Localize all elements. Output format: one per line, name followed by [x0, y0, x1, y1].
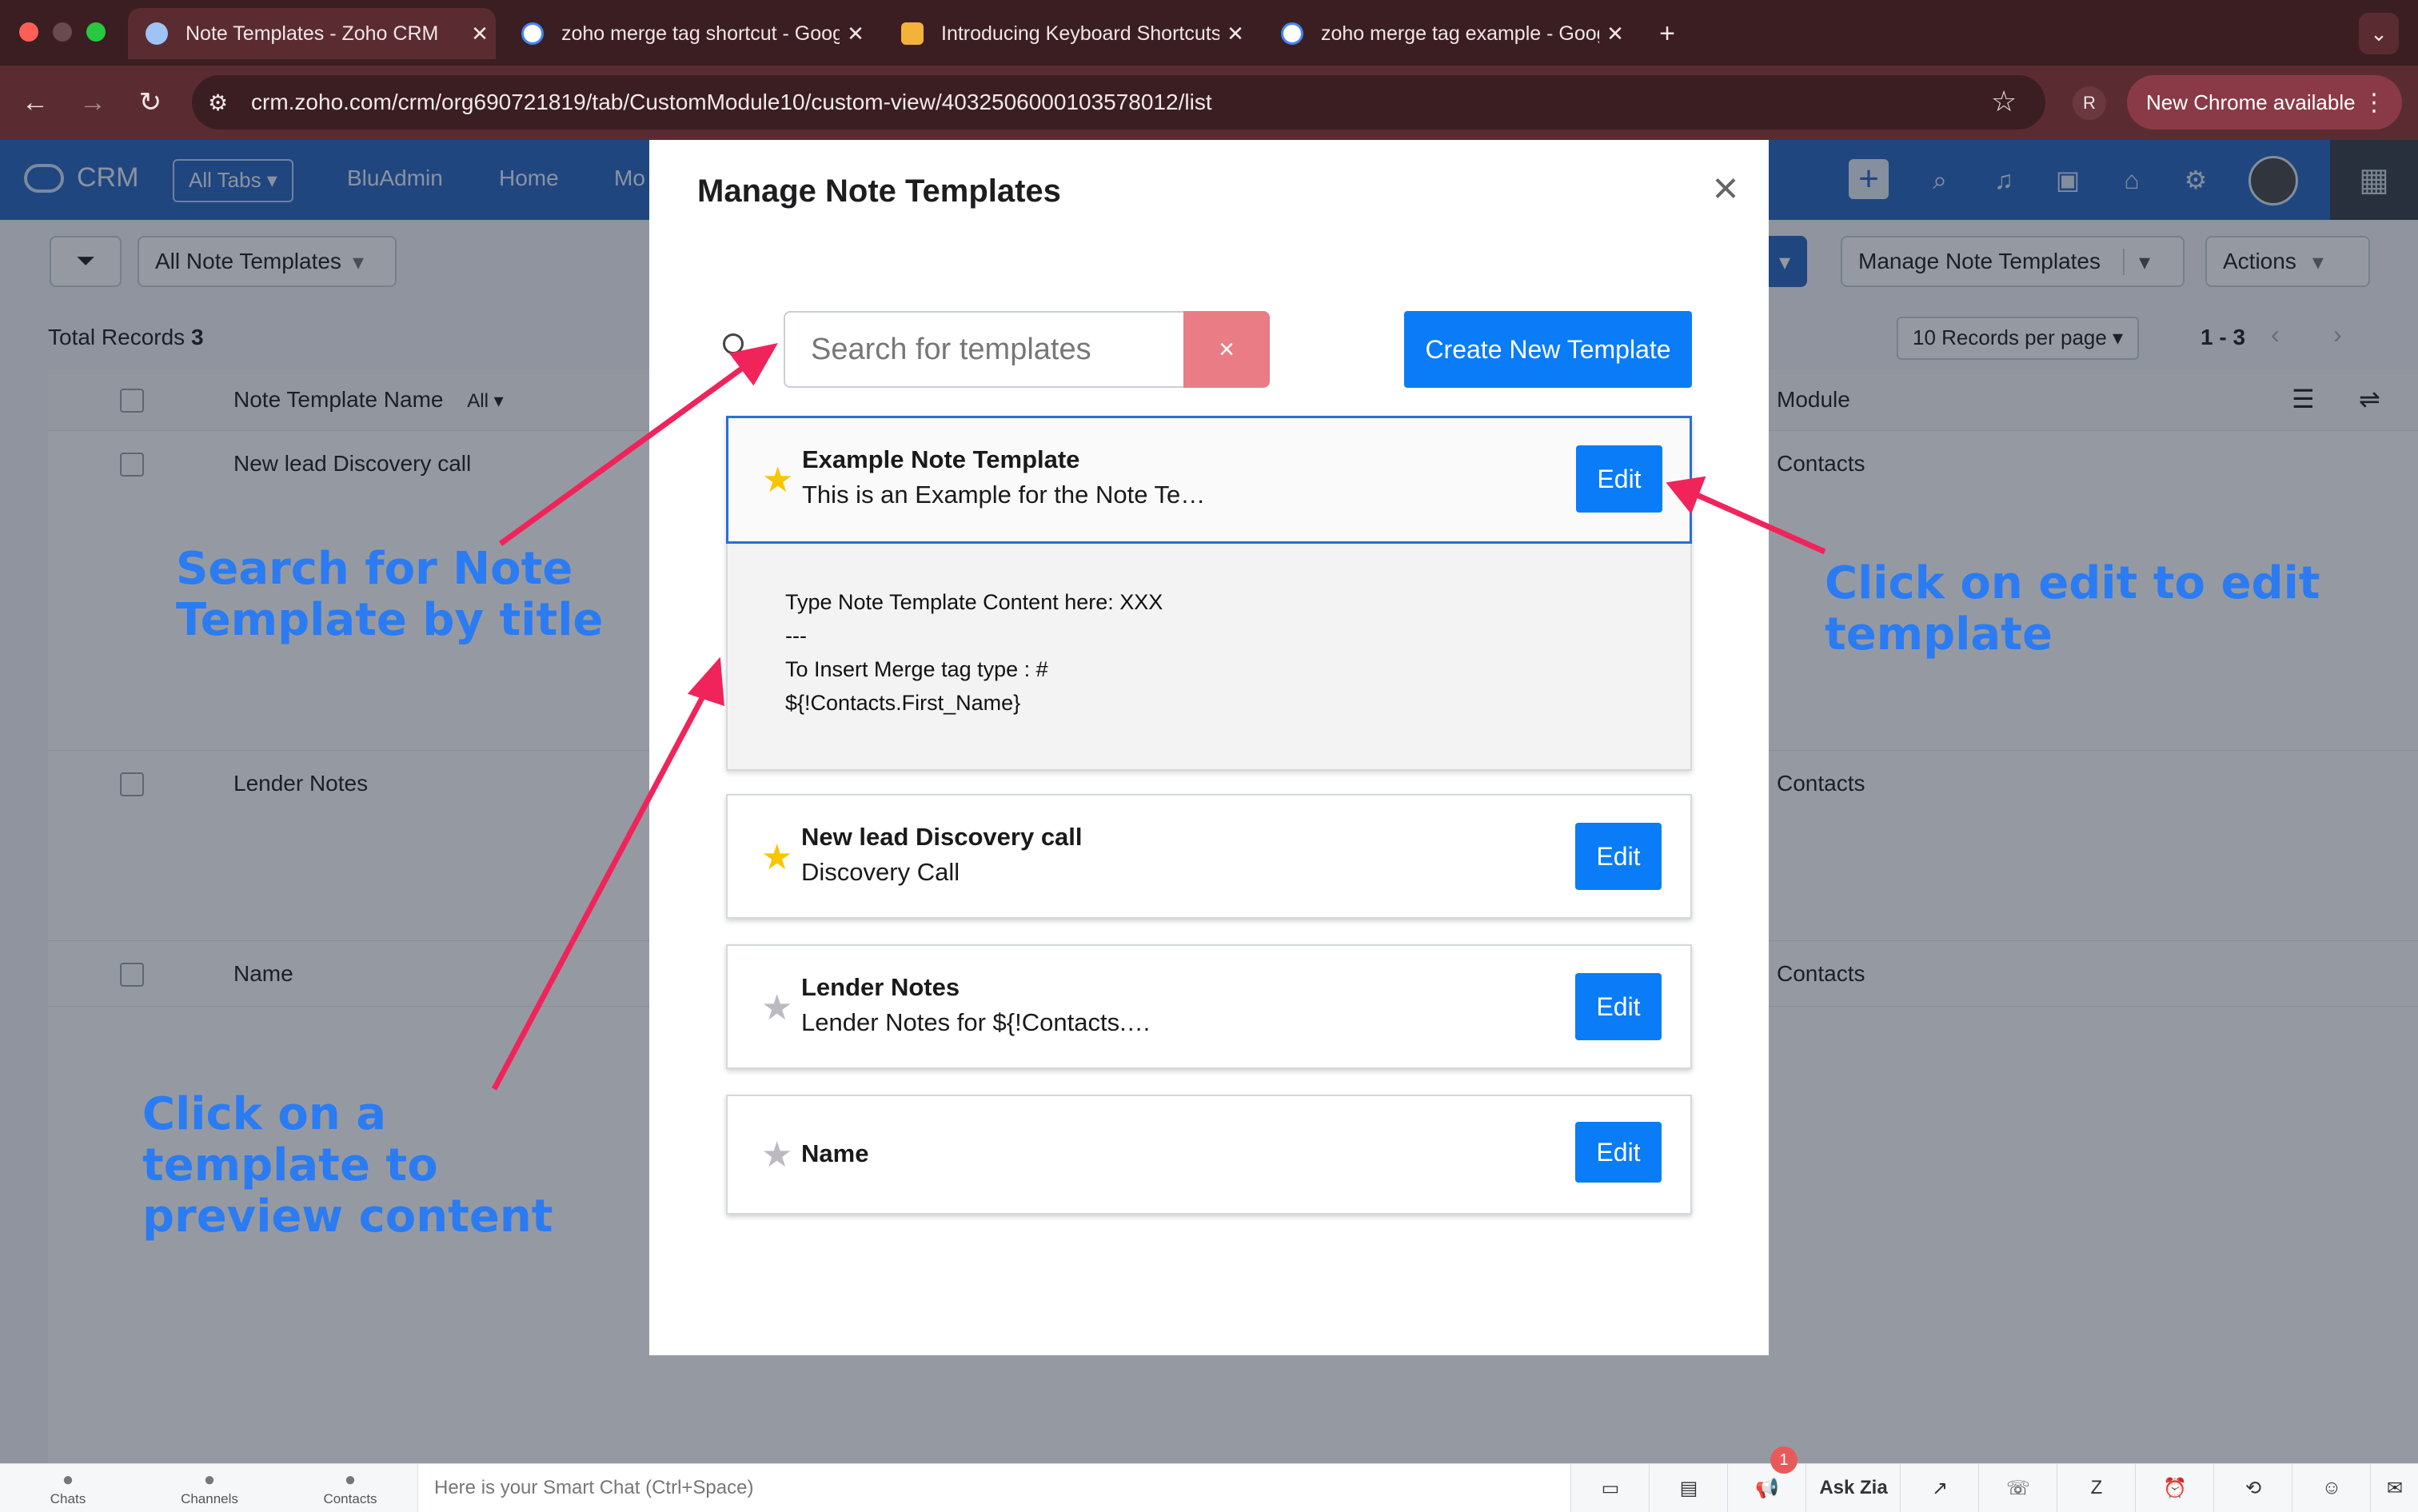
annotation-arrows [491, 342, 1826, 1091]
arrowhead [728, 342, 778, 386]
arrow-to-preview [491, 684, 712, 1091]
arrow-to-edit [1694, 491, 1826, 555]
arrowhead [687, 656, 724, 706]
arrow-to-search [498, 359, 754, 546]
arrowhead [1666, 476, 1706, 514]
